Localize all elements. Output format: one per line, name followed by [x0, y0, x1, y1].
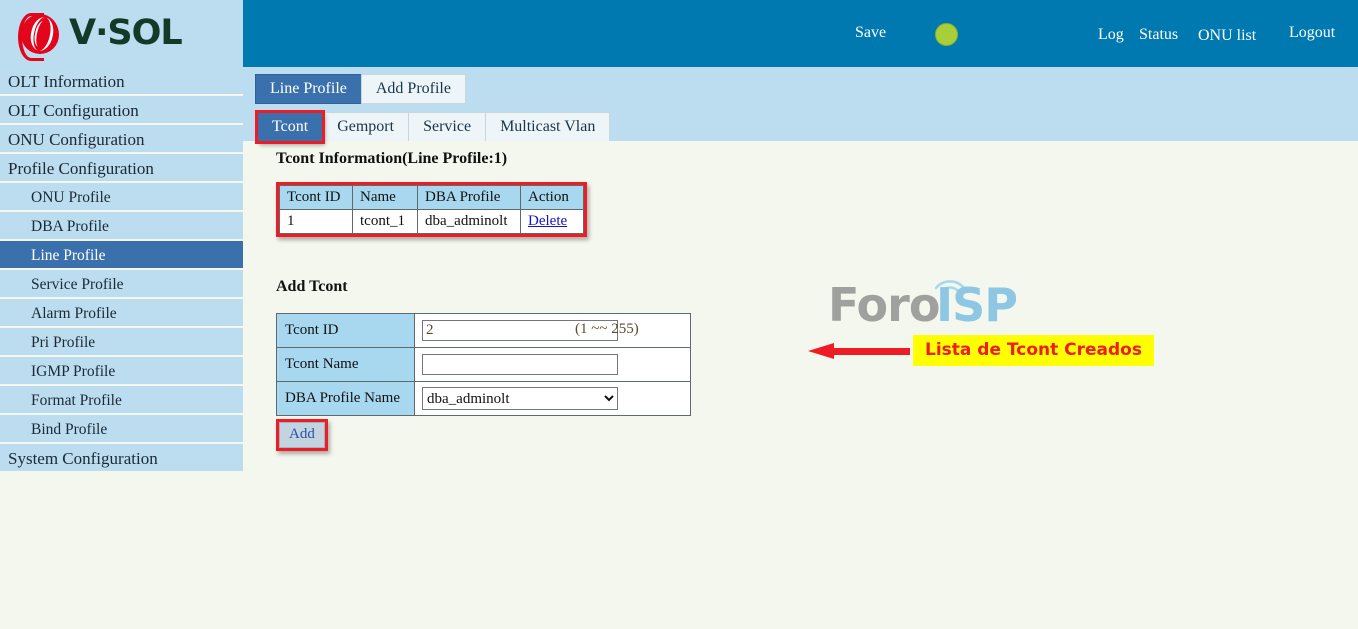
sidebar-item-dba-profile[interactable]: DBA Profile [0, 212, 243, 241]
sidebar-item-format-profile[interactable]: Format Profile [0, 386, 243, 415]
tab-gemport[interactable]: Gemport [322, 112, 410, 142]
delete-link[interactable]: Delete [528, 213, 567, 229]
column-header-tcont-id: Tcont ID [279, 185, 353, 210]
add-button[interactable]: Add [279, 422, 325, 448]
status-link[interactable]: Status [1139, 26, 1178, 44]
save-button[interactable]: Save [855, 24, 886, 42]
tab-multicast-vlan[interactable]: Multicast Vlan [485, 112, 611, 142]
sidebar: V·SOL OLT Information OLT Configuration ON… [0, 0, 243, 629]
brand-logo: V·SOL [0, 0, 243, 67]
tcont-table: Tcont ID Name DBA Profile Action 1 tcont… [279, 185, 584, 234]
tcont-information-title: Tcont Information(Line Profile:1) [276, 150, 508, 167]
dba-profile-select[interactable]: dba_adminolt [422, 387, 618, 410]
wifi-signal-icon [934, 280, 966, 293]
status-indicator-icon [935, 23, 958, 46]
watermark-text-foro: Foro [828, 278, 940, 332]
table-header-row: Tcont ID Name DBA Profile Action [279, 185, 584, 210]
content-area: Tcont Information(Line Profile:1) Tcont … [243, 141, 1358, 629]
label-tcont-id: Tcont ID [276, 313, 415, 348]
form-row-tcont-name: Tcont Name [276, 347, 691, 382]
cell-name: tcont_1 [352, 209, 418, 234]
cell-action: Delete [520, 209, 584, 234]
watermark-text-isp: ISP [936, 278, 1018, 332]
sidebar-item-onu-profile[interactable]: ONU Profile [0, 183, 243, 212]
tab-add-profile[interactable]: Add Profile [360, 74, 466, 104]
olt-web-ui: V·SOL OLT Information OLT Configuration ON… [0, 0, 1358, 629]
brand-logo-text: V·SOL [69, 13, 183, 53]
add-tcont-title: Add Tcont [276, 278, 348, 295]
cell-dba-profile: dba_adminolt [417, 209, 521, 234]
sidebar-item-olt-information[interactable]: OLT Information [0, 67, 243, 96]
form-row-dba-profile: DBA Profile Name dba_adminolt [276, 381, 691, 416]
sidebar-item-alarm-profile[interactable]: Alarm Profile [0, 299, 243, 328]
tab-tcont[interactable]: Tcont [254, 110, 326, 144]
add-button-highlight: Add [276, 419, 328, 451]
sidebar-item-service-profile[interactable]: Service Profile [0, 270, 243, 299]
foroisp-watermark: Foro ISP [828, 274, 1018, 334]
tcont-name-input[interactable] [422, 354, 618, 375]
logout-link[interactable]: Logout [1289, 24, 1335, 42]
secondary-tabs: Tcont Gemport Service Multicast Vlan [254, 110, 611, 144]
tab-service[interactable]: Service [408, 112, 487, 142]
tcont-id-range-hint: (1 ~~ 255) [575, 321, 639, 337]
sidebar-menu: OLT Information OLT Configuration ONU Conf… [0, 67, 243, 473]
tcont-table-highlight: Tcont ID Name DBA Profile Action 1 tcont… [276, 182, 587, 237]
column-header-action: Action [520, 185, 584, 210]
column-header-dba-profile: DBA Profile [417, 185, 521, 210]
sidebar-item-pri-profile[interactable]: Pri Profile [0, 328, 243, 357]
tab-line-profile[interactable]: Line Profile [255, 74, 362, 104]
onu-list-link[interactable]: ONU list [1198, 27, 1256, 45]
top-navigation-bar: Save Log Status ONU list Logout [243, 0, 1358, 67]
sidebar-item-igmp-profile[interactable]: IGMP Profile [0, 357, 243, 386]
sidebar-item-onu-configuration[interactable]: ONU Configuration [0, 125, 243, 154]
label-dba-profile-name: DBA Profile Name [276, 381, 415, 416]
sidebar-item-bind-profile[interactable]: Bind Profile [0, 415, 243, 444]
sidebar-item-olt-configuration[interactable]: OLT Configuration [0, 96, 243, 125]
primary-tabs: Line Profile Add Profile [255, 74, 466, 104]
sidebar-item-system-configuration[interactable]: System Configuration [0, 444, 243, 473]
table-row: 1 tcont_1 dba_adminolt Delete [279, 209, 584, 234]
label-tcont-name: Tcont Name [276, 347, 415, 382]
column-header-name: Name [352, 185, 418, 210]
left-arrow-icon [808, 343, 910, 359]
tab-band: Line Profile Add Profile Tcont Gemport Serv… [243, 67, 1358, 144]
annotation-callout: Lista de Tcont Creados [913, 335, 1154, 366]
vsol-swirl-logo-icon [18, 12, 62, 61]
log-link[interactable]: Log [1098, 26, 1124, 44]
sidebar-item-line-profile[interactable]: Line Profile [0, 241, 243, 270]
sidebar-item-profile-configuration[interactable]: Profile Configuration [0, 154, 243, 183]
cell-tcont-id: 1 [279, 209, 353, 234]
